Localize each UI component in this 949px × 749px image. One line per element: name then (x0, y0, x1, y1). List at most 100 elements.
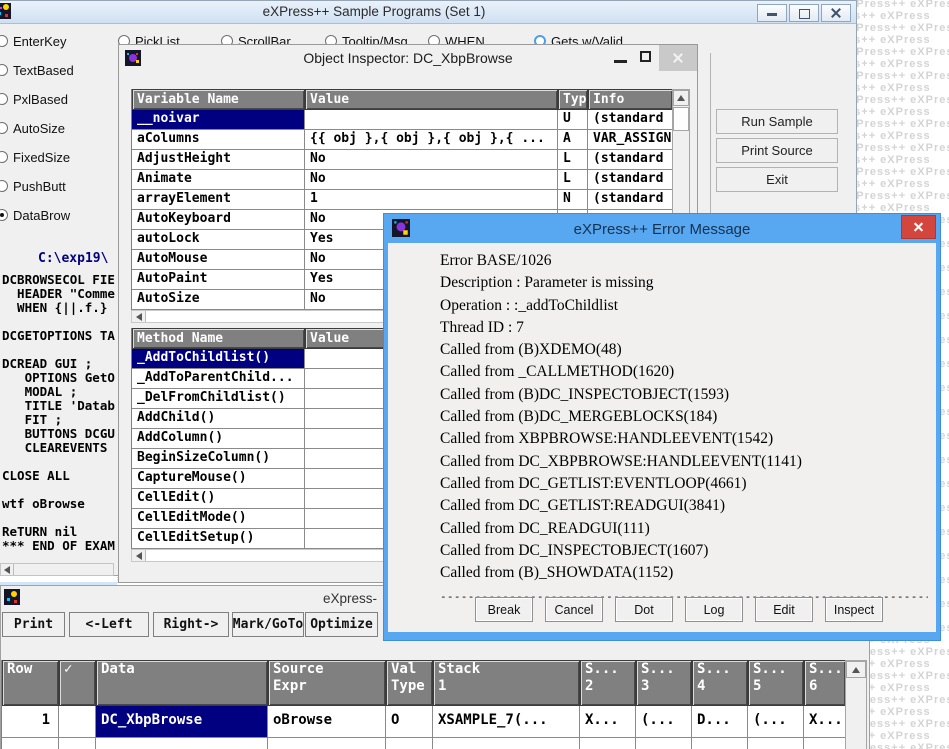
header-line-1: S... (693, 661, 747, 678)
watch-cell[interactable] (636, 738, 692, 749)
error-dialog: eXPress++ Error Message Error BASE/1026D… (383, 213, 941, 641)
variable-value-cell[interactable]: 1 (305, 190, 558, 210)
method-name-cell[interactable]: CaptureMouse() (132, 469, 305, 489)
watch-cell[interactable]: O (386, 706, 433, 738)
method-name-cell[interactable]: CellEditMode() (132, 509, 305, 529)
inspect-button[interactable]: Inspect (825, 597, 883, 622)
optimize-button[interactable]: Optimize (305, 612, 378, 637)
run-sample-button[interactable]: Run Sample (716, 109, 838, 134)
minimize-icon (767, 13, 777, 16)
method-name-cell[interactable]: _AddToParentChild... (132, 369, 305, 389)
source-path-label: C:\exp19\ (38, 251, 108, 266)
error-message-line: Called from (B)_SHOWDATA(1152) (440, 562, 926, 584)
watch-cell[interactable]: (... (748, 706, 804, 738)
method-name-cell[interactable]: AddChild() (132, 409, 305, 429)
mark-goto-button[interactable]: Mark/GoTo (232, 612, 304, 637)
scroll-left-button[interactable] (132, 550, 146, 561)
variable-name-cell[interactable]: AutoSize (132, 290, 305, 310)
method-name-cell[interactable]: BeginSizeColumn() (132, 449, 305, 469)
watch-cell[interactable] (96, 738, 268, 749)
left-button[interactable]: <-Left (69, 612, 149, 637)
variable-type-cell[interactable]: L (558, 170, 588, 190)
variable-name-cell[interactable]: arrayElement (132, 190, 305, 210)
watch-cell[interactable]: X... (804, 706, 846, 738)
method-name-cell[interactable]: _DelFromChildlist() (132, 389, 305, 409)
error-message-line: Operation : :_addToChildlist (440, 295, 926, 317)
variable-name-cell[interactable]: Animate (132, 170, 305, 190)
code-horizontal-scrollbar[interactable] (0, 563, 114, 576)
dot-button[interactable]: Dot (615, 597, 673, 622)
scrollbar-thumb[interactable] (673, 107, 689, 131)
variable-type-cell[interactable]: N (558, 190, 588, 210)
variable-type-cell[interactable]: L (558, 150, 588, 170)
print-button[interactable]: Print (2, 612, 65, 637)
minimize-button[interactable] (757, 4, 787, 22)
maximize-button[interactable] (640, 51, 651, 62)
variable-info-cell[interactable]: (standard (588, 170, 673, 190)
error-dialog-titlebar[interactable]: eXPress++ Error Message (384, 214, 940, 243)
watch-table-scrollbar[interactable] (845, 660, 867, 749)
scroll-left-button[interactable] (132, 311, 146, 322)
variable-info-cell[interactable]: (standard (588, 150, 673, 170)
watch-cell[interactable]: (... (636, 706, 692, 738)
watch-cell[interactable]: D... (692, 706, 748, 738)
method-name-cell[interactable]: CellEdit() (132, 489, 305, 509)
radio-label: FixedSize (13, 150, 70, 165)
break-button[interactable]: Break (475, 597, 533, 622)
cancel-button[interactable]: Cancel (545, 597, 603, 622)
edit-button[interactable]: Edit (755, 597, 813, 622)
watch-cell[interactable] (59, 738, 96, 749)
watch-cell[interactable] (433, 738, 580, 749)
watch-cell[interactable]: X... (580, 706, 636, 738)
method-name-cell[interactable]: CellEditSetup() (132, 529, 305, 549)
column-header: SourceExpr (268, 660, 386, 706)
watch-cell[interactable]: DC_XbpBrowse (96, 706, 268, 738)
variable-info-cell[interactable]: (standard (588, 190, 673, 210)
print-source-button[interactable]: Print Source (716, 138, 838, 163)
window-title: eXPress++ Sample Programs (Set 1) (0, 4, 856, 19)
watch-cell[interactable] (268, 738, 386, 749)
watch-cell[interactable] (386, 738, 433, 749)
watch-cell[interactable] (580, 738, 636, 749)
watch-cell[interactable] (748, 738, 804, 749)
log-button[interactable]: Log (685, 597, 743, 622)
variable-type-cell[interactable]: A (558, 130, 588, 150)
right-button[interactable]: Right-> (153, 612, 229, 637)
scroll-up-button[interactable] (846, 661, 866, 678)
scroll-left-button[interactable] (1, 564, 14, 575)
variable-name-cell[interactable]: aColumns (132, 130, 305, 150)
variable-info-cell[interactable]: VAR_ASSIGN (588, 130, 673, 150)
variable-name-cell[interactable]: AdjustHeight (132, 150, 305, 170)
exit-button[interactable]: Exit (716, 167, 838, 192)
variable-name-cell[interactable]: AutoKeyboard (132, 210, 305, 230)
close-button[interactable] (901, 215, 936, 239)
variable-name-cell[interactable]: AutoPaint (132, 270, 305, 290)
column-header: Row (2, 660, 59, 706)
variable-value-cell[interactable]: No (305, 170, 558, 190)
maximize-button[interactable] (789, 4, 819, 22)
scroll-up-button[interactable] (673, 90, 689, 106)
watch-cell[interactable]: oBrowse (268, 706, 386, 738)
watch-cell[interactable]: XSAMPLE_7(... (433, 706, 580, 738)
variable-value-cell[interactable]: No (305, 150, 558, 170)
header-line-2: 1 (434, 678, 579, 695)
variable-name-cell[interactable]: autoLock (132, 230, 305, 250)
variable-type-cell[interactable]: U (558, 110, 588, 130)
variable-value-cell[interactable]: {{ obj },{ obj },{ obj },{ ... (305, 130, 558, 150)
watch-cell[interactable] (692, 738, 748, 749)
variable-name-cell[interactable]: AutoMouse (132, 250, 305, 270)
method-name-cell[interactable]: _AddToChildlist() (132, 349, 305, 369)
method-name-cell[interactable]: AddColumn() (132, 429, 305, 449)
minimize-button[interactable] (614, 60, 627, 63)
close-button[interactable] (659, 45, 697, 71)
watch-cell[interactable] (804, 738, 846, 749)
main-titlebar[interactable]: eXPress++ Sample Programs (Set 1) (0, 1, 856, 24)
variable-value-cell[interactable] (305, 110, 558, 130)
variable-info-cell[interactable]: (standard (588, 110, 673, 130)
inspector-titlebar[interactable]: Object Inspector: DC_XbpBrowse (119, 45, 697, 71)
variable-name-cell[interactable]: __noivar (132, 110, 305, 130)
watch-cell[interactable]: 1 (2, 706, 59, 738)
watch-cell[interactable] (2, 738, 59, 749)
watch-cell[interactable] (59, 706, 96, 738)
close-button[interactable] (821, 4, 851, 22)
